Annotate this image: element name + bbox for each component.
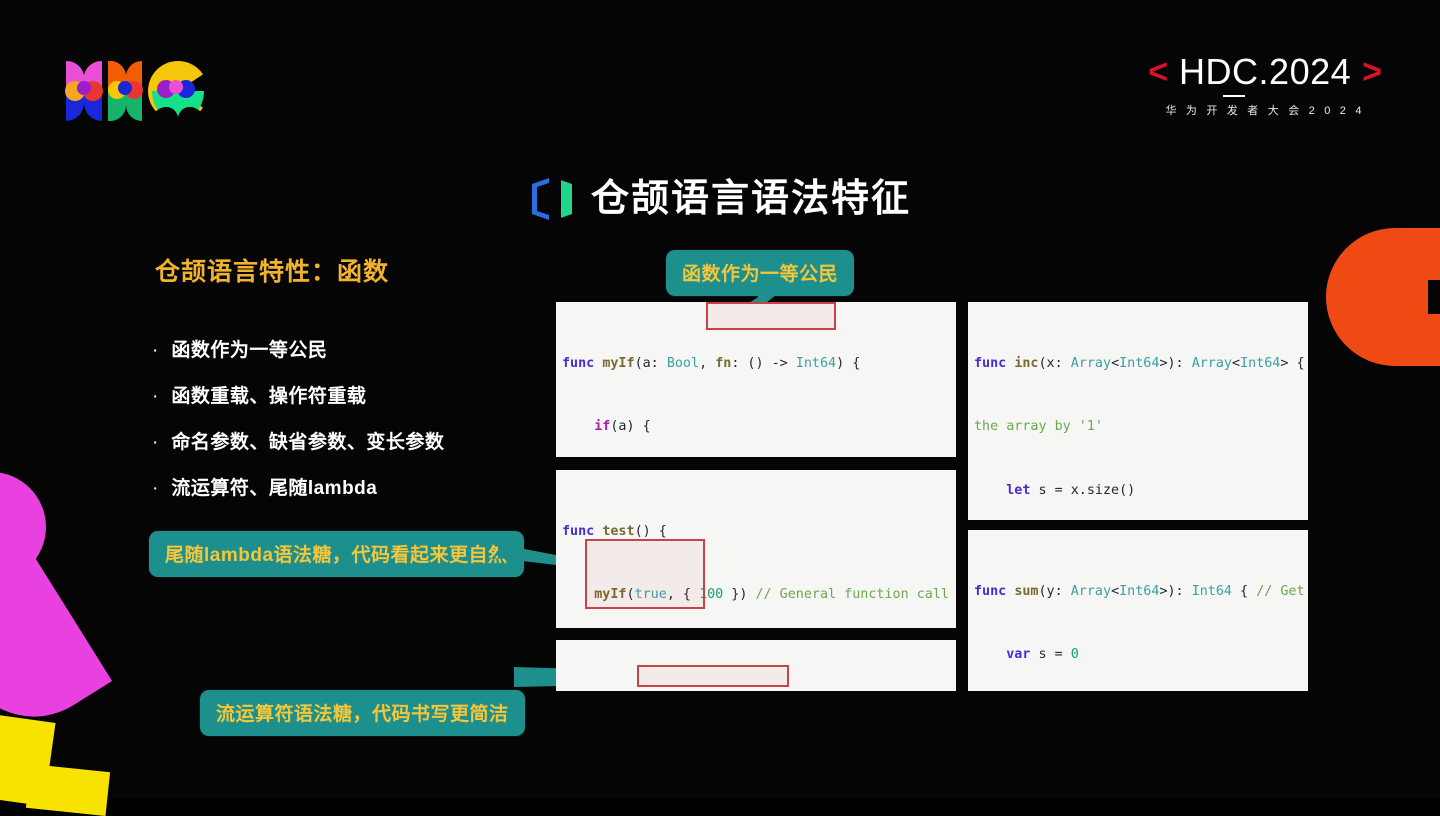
code-line: let s = x.size()	[974, 480, 1308, 501]
list-item: · 函数重载、操作符重载	[152, 384, 542, 410]
callout-first-class-functions: 函数作为一等公民	[666, 250, 854, 296]
decor-orange-circle	[1326, 228, 1440, 366]
bullet-label: 流运算符、尾随lambda	[171, 476, 377, 502]
decor-magenta-shape-bottom	[0, 555, 112, 744]
hdc-logo-main: < HDC.2024 >	[1148, 54, 1382, 90]
bullet-label: 函数作为一等公民	[171, 338, 327, 364]
section-number-icon	[529, 176, 575, 222]
list-item: · 函数作为一等公民	[152, 338, 542, 364]
hdc-logo: < HDC.2024 > 华 为 开 发 者 大 会 2 0 2 4	[1148, 54, 1382, 118]
callout-label: 流运算符语法糖，代码书写更简洁	[216, 704, 509, 725]
code-panel-inc-function: func inc(x: Array<Int64>): Array<Int64> …	[968, 302, 1308, 520]
code-line: myIf(true, { 100 }) // General function …	[562, 584, 956, 605]
bullet-dot-icon: ·	[152, 338, 158, 364]
page-title: 仓颉语言语法特征	[591, 180, 911, 218]
bullet-label: 函数重载、操作符重载	[171, 384, 366, 410]
hdc-subtitle: 华 为 开 发 者 大 会 2 0 2 4	[1148, 102, 1382, 118]
bullet-label: 命名参数、缺省参数、变长参数	[171, 430, 444, 456]
callout-trailing-lambda: 尾随lambda语法糖，代码看起来更自然	[149, 531, 524, 577]
bullet-dot-icon: ·	[152, 430, 158, 456]
decor-magenta-shape-top	[0, 472, 46, 582]
bullet-dot-icon: ·	[152, 476, 158, 502]
list-item: · 命名参数、缺省参数、变长参数	[152, 430, 542, 456]
hdc-left-bracket-icon: <	[1148, 55, 1168, 89]
code-panel-myif-definition: func myIf(a: Bool, fn: () -> Int64) { if…	[556, 302, 956, 457]
callout-pipeline-operator: 流运算符语法糖，代码书写更简洁	[200, 690, 525, 736]
mdc-logo	[60, 57, 210, 125]
code-line: func myIf(a: Bool, fn: () -> Int64) {	[562, 353, 956, 374]
code-panel-pipeline: let arr: Array<Int64> = Array<Int64>([1,…	[556, 640, 956, 691]
hdc-title-text: HDC.2024	[1179, 51, 1351, 92]
callout-label: 尾随lambda语法糖，代码看起来更自然	[165, 545, 508, 566]
code-line: func inc(x: Array<Int64>): Array<Int64> …	[974, 353, 1308, 374]
bullet-dot-icon: ·	[152, 384, 158, 410]
feature-bullet-list: · 函数作为一等公民 · 函数重载、操作符重载 · 命名参数、缺省参数、变长参数…	[152, 338, 542, 522]
decor-yellow-shape-1	[0, 714, 56, 806]
slide-title-row: 仓颉语言语法特征	[0, 176, 1440, 222]
callout-label: 函数作为一等公民	[682, 264, 838, 285]
code-line: func test() {	[562, 521, 956, 542]
decor-yellow-shape-2	[26, 764, 110, 816]
hdc-right-bracket-icon: >	[1362, 55, 1382, 89]
hdc-underline	[1223, 95, 1245, 97]
code-line: var s = 0	[974, 644, 1308, 665]
left-section-heading: 仓颉语言特性：函数	[155, 252, 389, 288]
code-panel-sum-function: func sum(y: Array<Int64>): Int64 { // Ge…	[968, 530, 1308, 691]
code-line: the array by '1'	[974, 416, 1308, 437]
code-line: if(a) {	[562, 416, 956, 437]
code-panel-test-calls: func test() { myIf(true, { 100 }) // Gen…	[556, 470, 956, 628]
code-line: func sum(y: Array<Int64>): Int64 { // Ge…	[974, 581, 1308, 602]
hdc-title: HDC.2024	[1179, 54, 1351, 90]
list-item: · 流运算符、尾随lambda	[152, 476, 542, 502]
